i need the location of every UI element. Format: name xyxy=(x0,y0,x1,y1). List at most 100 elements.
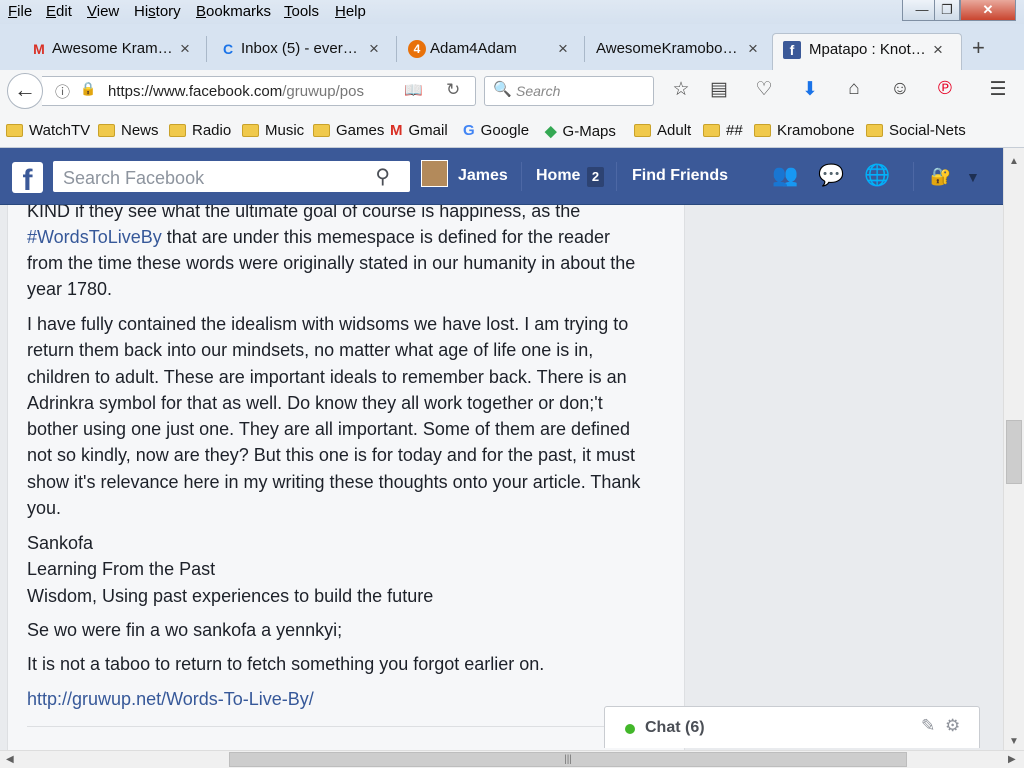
tab-label: Mpatapo : Knot… xyxy=(809,41,926,58)
adam4adam-icon: 4 xyxy=(408,40,426,58)
facebook-icon: f xyxy=(783,41,801,59)
tab-close-icon[interactable]: × xyxy=(369,39,379,59)
avatar[interactable] xyxy=(421,160,448,187)
tab-close-icon[interactable]: × xyxy=(558,39,568,59)
privacy-shortcuts-icon[interactable]: 🔐 xyxy=(930,167,951,187)
compose-icon[interactable]: ✎ xyxy=(921,716,935,736)
tab-label: Awesome Kram… xyxy=(52,40,173,57)
tab-awesome-kram[interactable]: M Awesome Kram… × xyxy=(24,33,204,70)
notifications-globe-icon[interactable]: 🌐 xyxy=(864,164,890,188)
close-button[interactable]: ✕ xyxy=(960,0,1016,21)
bookmark-radio[interactable]: Radio xyxy=(169,122,231,139)
bookmark-gmaps[interactable]: ◆ G-Maps xyxy=(545,122,616,140)
post-text-line: from the time these words were originall… xyxy=(27,253,636,273)
folder-icon xyxy=(169,124,186,137)
post-text-line: Learning From the Past xyxy=(27,559,216,580)
pinterest-icon[interactable]: ℗ xyxy=(932,78,958,100)
post-link[interactable]: http://gruwup.net/Words-To-Live-By/ xyxy=(27,686,314,712)
folder-icon xyxy=(754,124,771,137)
scroll-down-icon[interactable]: ▼ xyxy=(1009,736,1019,747)
bookmark-gmail[interactable]: M Gmail xyxy=(390,122,448,139)
scroll-right-icon[interactable]: ▶ xyxy=(1008,754,1016,765)
home-count-badge: 2 xyxy=(587,167,604,187)
gmail-icon: M xyxy=(390,122,403,139)
search-placeholder: Search xyxy=(516,83,561,99)
gear-icon[interactable]: ⚙ xyxy=(945,716,960,736)
scroll-up-icon[interactable]: ▲ xyxy=(1009,156,1019,167)
bookmark-games[interactable]: Games xyxy=(313,122,384,139)
navigation-toolbar: ⓘ 🔒 https://www.facebook.com/gruwup/pos … xyxy=(0,70,1024,112)
vertical-scrollbar[interactable]: ▲ ▼ xyxy=(1003,148,1024,750)
menu-file[interactable]: File xyxy=(8,3,32,20)
bookmark-star-icon[interactable]: ☆ xyxy=(668,78,694,101)
new-tab-button[interactable]: + xyxy=(972,35,985,61)
menu-view[interactable]: View xyxy=(87,3,119,20)
home-icon[interactable]: ⌂ xyxy=(841,78,867,100)
home-link[interactable]: Home xyxy=(536,167,580,185)
post-text-line: children to adult. These are important i… xyxy=(27,366,627,387)
url-bar[interactable]: ⓘ 🔒 https://www.facebook.com/gruwup/pos … xyxy=(42,76,476,106)
tab-close-icon[interactable]: × xyxy=(933,40,943,60)
menu-edit[interactable]: Edit xyxy=(46,3,72,20)
scroll-left-icon[interactable]: ◀ xyxy=(6,754,14,765)
page-content: KIND if they see what the ultimate goal … xyxy=(0,205,1003,750)
reader-view-icon[interactable]: 📖 xyxy=(404,81,423,99)
tab-mpatapo[interactable]: f Mpatapo : Knot… × xyxy=(772,33,962,70)
folder-icon xyxy=(866,124,883,137)
bookmark-music[interactable]: Music xyxy=(242,122,304,139)
bookmark-kramobone[interactable]: Kramobone xyxy=(754,122,855,139)
gmail-icon: M xyxy=(33,41,45,57)
menu-tools[interactable]: Tools xyxy=(284,3,319,20)
menu-bookmarks[interactable]: Bookmarks xyxy=(196,3,271,20)
lock-icon[interactable]: 🔒 xyxy=(80,81,96,97)
search-icon[interactable]: ⚲ xyxy=(375,164,390,189)
bookmark-hash[interactable]: ## xyxy=(703,122,743,139)
facebook-search-input[interactable]: Search Facebook ⚲ xyxy=(53,161,410,192)
tab-separator xyxy=(206,36,207,62)
online-status-icon xyxy=(625,724,635,734)
pocket-icon[interactable]: ♡ xyxy=(751,78,777,101)
search-box[interactable]: 🔍 Search xyxy=(484,76,654,106)
hamburger-menu-icon[interactable]: ☰ xyxy=(985,78,1011,101)
divider xyxy=(27,726,667,727)
back-button[interactable]: ← xyxy=(7,73,43,109)
tab-adam4adam[interactable]: 4 Adam4Adam × xyxy=(402,33,582,70)
info-icon[interactable]: ⓘ xyxy=(55,81,70,102)
bookmark-adult[interactable]: Adult xyxy=(634,122,691,139)
tab-inbox[interactable]: C Inbox (5) - ever… × xyxy=(213,33,393,70)
facebook-search-placeholder: Search Facebook xyxy=(63,168,205,188)
hashtag-link[interactable]: #WordsToLiveBy xyxy=(27,227,162,247)
downloads-icon[interactable]: ⬇ xyxy=(797,78,823,101)
facebook-logo-icon[interactable]: f xyxy=(12,162,43,193)
menu-bar: File Edit View History Bookmarks Tools H… xyxy=(0,0,1024,24)
bookmark-google[interactable]: G Google xyxy=(463,122,529,139)
folder-icon xyxy=(6,124,23,137)
url-text[interactable]: https://www.facebook.com/gruwup/pos xyxy=(108,83,364,100)
tab-awesome-kramobo[interactable]: AwesomeKramobo… × xyxy=(588,33,768,70)
bookmark-news[interactable]: News xyxy=(98,122,159,139)
reading-list-icon[interactable]: ▤ xyxy=(706,78,732,101)
horizontal-scrollbar[interactable]: ◀ ||| ▶ xyxy=(0,750,1024,768)
menu-history[interactable]: History xyxy=(134,3,181,20)
tab-close-icon[interactable]: × xyxy=(748,39,758,59)
menu-help[interactable]: Help xyxy=(335,3,366,20)
find-friends-link[interactable]: Find Friends xyxy=(632,167,728,185)
reload-icon[interactable]: ↻ xyxy=(446,80,460,100)
vertical-scroll-thumb[interactable] xyxy=(1006,420,1022,484)
folder-icon xyxy=(313,124,330,137)
profile-link[interactable]: James xyxy=(458,167,508,185)
bookmark-social-nets[interactable]: Social-Nets xyxy=(866,122,966,139)
post-text-line: show it's relevance here in my writing t… xyxy=(27,471,641,492)
bookmark-watchtv[interactable]: WatchTV xyxy=(6,122,90,139)
horizontal-scroll-thumb[interactable]: ||| xyxy=(229,752,907,767)
folder-icon xyxy=(98,124,115,137)
tab-close-icon[interactable]: × xyxy=(180,39,190,59)
nav-separator xyxy=(521,162,522,191)
chat-bar[interactable]: Chat (6) ✎ ⚙ xyxy=(604,706,980,748)
restore-button[interactable]: ❐ xyxy=(934,0,960,21)
account-dropdown-icon[interactable]: ▼ xyxy=(966,169,980,185)
emoji-addon-icon[interactable]: ☺ xyxy=(887,78,913,100)
tab-label: Inbox (5) - ever… xyxy=(241,40,358,57)
messages-icon[interactable]: 💬 xyxy=(818,164,844,188)
friend-requests-icon[interactable]: 👥 xyxy=(772,164,798,188)
